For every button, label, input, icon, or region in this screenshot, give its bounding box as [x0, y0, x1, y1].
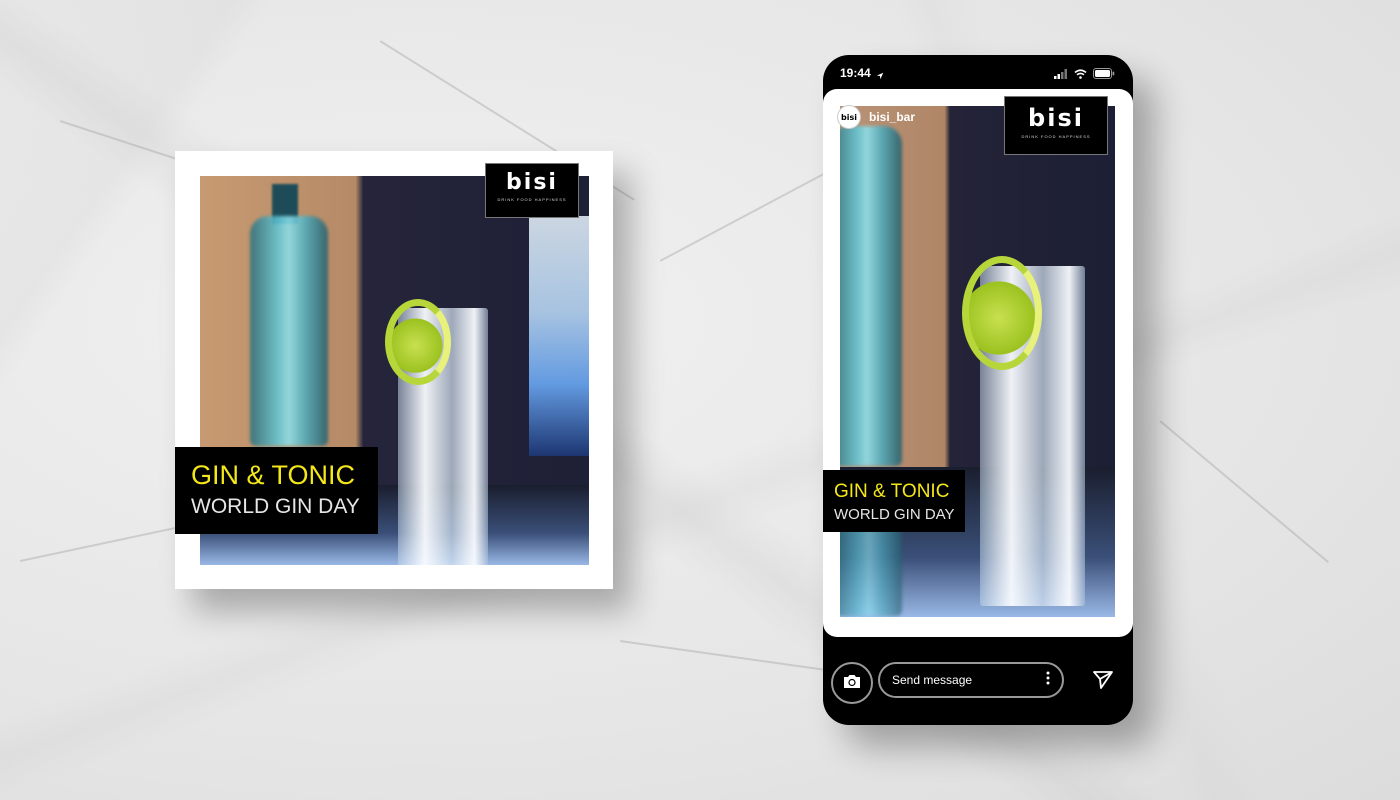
logo-mark: bisi: [1028, 104, 1084, 132]
logo-mark: bisi: [506, 170, 558, 195]
more-vertical-icon[interactable]: [1046, 671, 1050, 690]
gin-bottle: [250, 216, 328, 446]
instagram-post-card: bisi DRINK FOOD HAPPINESS GIN & TONIC WO…: [175, 151, 613, 589]
post-title: GIN & TONIC: [191, 460, 356, 490]
send-icon[interactable]: [1093, 671, 1113, 694]
window-light: [529, 216, 589, 456]
story-reply-bar: Send message: [823, 655, 1133, 711]
brand-logo: bisi DRINK FOOD HAPPINESS: [1004, 96, 1108, 155]
marble-vein: [1159, 420, 1330, 564]
post-title-box: GIN & TONIC WORLD GIN DAY: [175, 447, 378, 534]
status-bar: 19:44: [823, 55, 1133, 89]
lime-twist: [385, 299, 451, 385]
brand-logo: bisi DRINK FOOD HAPPINESS: [485, 163, 579, 218]
wifi-icon: [1074, 66, 1087, 84]
location-arrow-icon: [876, 67, 884, 85]
signal-icon: [1054, 66, 1068, 84]
status-time: 19:44: [840, 66, 871, 80]
camera-button[interactable]: [831, 662, 873, 704]
story-frame: bisi DRINK FOOD HAPPINESS bisi bisi_bar …: [823, 89, 1133, 637]
story-user[interactable]: bisi bisi_bar: [837, 105, 915, 129]
phone-mockup: 19:44 bisi DRINK FOOD HAPPINESS bisi bis…: [823, 55, 1133, 725]
story-username[interactable]: bisi_bar: [869, 110, 915, 124]
logo-tagline: DRINK FOOD HAPPINESS: [497, 197, 567, 202]
message-placeholder: Send message: [892, 673, 973, 687]
avatar[interactable]: bisi: [837, 105, 861, 129]
post-subtitle: WORLD GIN DAY: [191, 495, 360, 518]
status-icons: [1054, 66, 1115, 84]
story-title-box: GIN & TONIC WORLD GIN DAY: [823, 470, 965, 532]
story-photo: [840, 106, 1115, 617]
story-subtitle: WORLD GIN DAY: [834, 506, 955, 523]
send-message-input[interactable]: Send message: [878, 662, 1064, 698]
logo-tagline: DRINK FOOD HAPPINESS: [1021, 134, 1091, 139]
lime-twist: [962, 256, 1042, 370]
battery-icon: [1093, 66, 1115, 84]
story-title: GIN & TONIC: [834, 481, 950, 502]
camera-icon: [842, 673, 862, 694]
gin-bottle: [840, 126, 902, 466]
marble-vein: [659, 166, 838, 262]
